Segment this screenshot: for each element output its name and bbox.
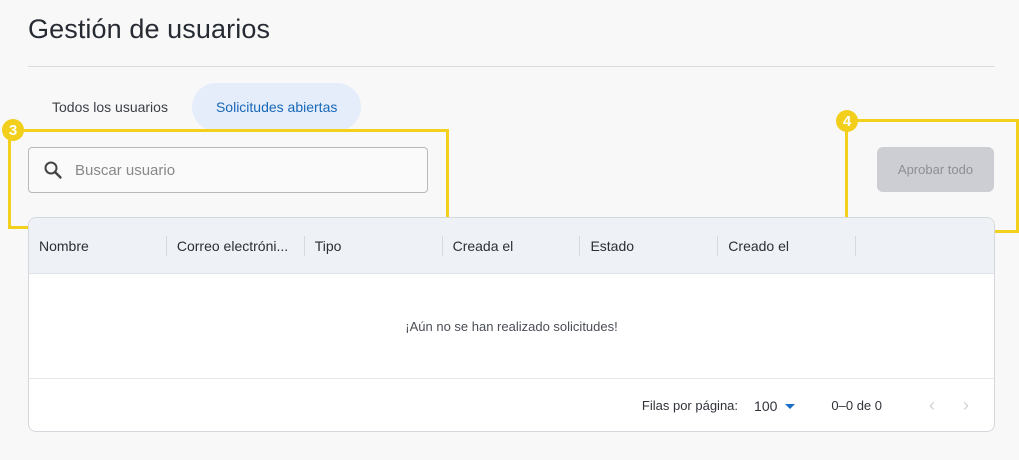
tab-all-users[interactable]: Todos los usuarios <box>28 83 192 131</box>
annotation-badge-3: 3 <box>2 119 24 141</box>
requests-table: Nombre Correo electróni... Tipo Creada e… <box>28 217 995 432</box>
rows-per-page-value: 100 <box>754 397 778 414</box>
annotation-highlight-3 <box>8 129 449 229</box>
rows-per-page-label: Filas por página: <box>641 398 739 413</box>
chevron-left-icon[interactable]: ‹ <box>920 394 944 418</box>
page-title: Gestión de usuarios <box>28 14 271 44</box>
annotation-badge-4: 4 <box>836 110 858 132</box>
pagination-range: 0–0 de 0 <box>831 398 882 413</box>
column-header-created-by[interactable]: Creado el <box>718 218 857 274</box>
tab-open-requests[interactable]: Solicitudes abiertas <box>191 83 362 131</box>
chevron-down-icon <box>785 403 796 409</box>
annotation-highlight-4 <box>845 119 1019 233</box>
tabs-bar: Todos los usuarios Solicitudes abiertas <box>28 83 362 131</box>
column-header-type[interactable]: Tipo <box>305 218 443 274</box>
chevron-right-icon[interactable]: › <box>954 394 978 418</box>
column-header-email[interactable]: Correo electróni... <box>167 218 305 274</box>
column-header-name[interactable]: Nombre <box>29 218 167 274</box>
column-header-created-on[interactable]: Creada el <box>443 218 581 274</box>
empty-state-message: ¡Aún no se han realizado solicitudes! <box>29 274 994 379</box>
column-header-actions <box>856 218 994 274</box>
header-divider <box>28 66 995 67</box>
table-pagination: Filas por página: 100 0–0 de 0 ‹ › <box>29 379 994 431</box>
column-header-status[interactable]: Estado <box>580 218 719 274</box>
rows-per-page-select[interactable]: 100 <box>754 397 796 414</box>
table-header-row: Nombre Correo electróni... Tipo Creada e… <box>29 218 994 274</box>
